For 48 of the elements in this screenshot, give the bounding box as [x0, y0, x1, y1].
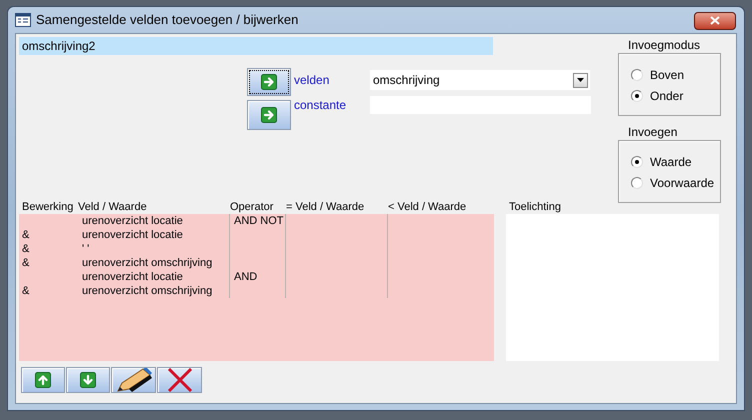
- radio-button[interactable]: [631, 156, 643, 168]
- pencil-icon: [114, 368, 152, 392]
- up-button[interactable]: [21, 367, 65, 393]
- right-arrow-icon: [261, 74, 277, 90]
- field-label: velden: [294, 72, 330, 89]
- group-title: Invoegen: [627, 125, 678, 139]
- column-header: Veld / Waarde: [78, 201, 147, 213]
- table-cell: AND: [234, 271, 258, 283]
- radio-button[interactable]: [631, 176, 643, 188]
- form-icon: [15, 13, 31, 27]
- delete-icon: [166, 368, 192, 392]
- table-cell: AND NOT: [234, 215, 284, 227]
- down-arrow-icon: [80, 372, 96, 388]
- radio-option[interactable]: Waarde: [631, 151, 720, 172]
- window-title: Samengestelde velden toevoegen / bijwerken: [36, 11, 298, 30]
- column-header: Bewerking: [22, 201, 74, 213]
- field-dropdown[interactable]: omschrijving: [370, 70, 590, 90]
- up-arrow-icon: [35, 372, 51, 388]
- table-cell: urenoverzicht locatie: [82, 271, 183, 283]
- radio-option[interactable]: Onder: [631, 85, 720, 106]
- table-cell: urenoverzicht omschrijving: [82, 257, 212, 269]
- radio-option[interactable]: Boven: [631, 64, 720, 85]
- table-cell: urenoverzicht omschrijving: [82, 285, 212, 297]
- close-icon: [710, 16, 720, 25]
- name-field[interactable]: omschrijving2: [19, 37, 493, 55]
- group-title: Invoegmodus: [627, 38, 702, 52]
- down-button[interactable]: [66, 367, 110, 393]
- table-cell: urenoverzicht locatie: [82, 229, 183, 241]
- field-label: constante: [294, 97, 348, 114]
- table-cell: &: [22, 285, 30, 297]
- table-cell: ' ': [82, 243, 90, 255]
- radio-option[interactable]: Voorwaarde: [631, 172, 720, 193]
- radio-button[interactable]: [631, 90, 643, 102]
- column-header: Operator: [230, 201, 274, 213]
- table-cell: urenoverzicht locatie: [82, 215, 183, 227]
- add-button[interactable]: [247, 100, 291, 130]
- close-button[interactable]: [694, 12, 736, 30]
- edit-button[interactable]: [111, 367, 156, 393]
- delete-button[interactable]: [157, 367, 202, 393]
- column-header: = Veld / Waarde: [286, 201, 364, 213]
- radio-button[interactable]: [631, 68, 643, 80]
- table-cell: &: [22, 229, 30, 241]
- table-cell: &: [22, 257, 30, 269]
- right-arrow-icon: [261, 107, 277, 123]
- table-cell: &: [22, 243, 30, 255]
- column-header: < Veld / Waarde: [388, 201, 466, 213]
- notes-label: Toelichting: [509, 201, 561, 214]
- add-button[interactable]: [247, 68, 291, 96]
